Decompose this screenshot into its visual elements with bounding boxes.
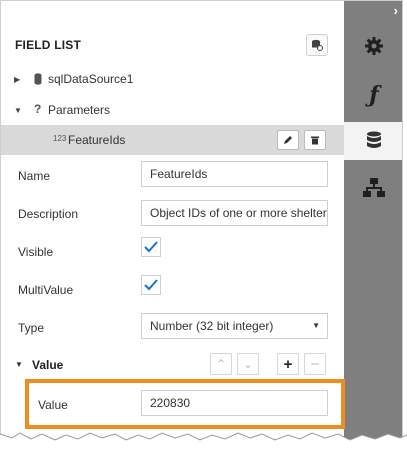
checkmark-icon	[144, 241, 158, 253]
tab-strip: › ƒ	[344, 1, 402, 439]
minus-icon: −	[310, 355, 320, 373]
type-select-value: Number (32 bit integer)	[150, 319, 274, 333]
type-label: Type	[18, 321, 45, 335]
value-highlight-box	[25, 379, 345, 429]
dropdown-arrow-icon: ▼	[312, 321, 320, 330]
multivalue-label: MultiValue	[18, 283, 74, 297]
visible-label: Visible	[18, 245, 54, 259]
value-section-title: Value	[32, 358, 64, 372]
checkmark-icon	[144, 279, 158, 291]
type-select[interactable]: Number (32 bit integer) ▼	[141, 313, 328, 339]
database-icon	[367, 131, 381, 148]
gear-icon	[365, 37, 383, 55]
parameter-icon: ?	[34, 102, 42, 116]
remove-value-button[interactable]: −	[304, 353, 326, 375]
tree-item-label: FeatureIds	[68, 133, 126, 147]
delete-parameter-button[interactable]	[304, 130, 326, 150]
tree-item-sqldatasource[interactable]: ▶ sqlDataSource1	[1, 65, 344, 93]
move-up-button[interactable]: ⌃	[210, 353, 232, 375]
panel-title: FIELD LIST	[15, 38, 81, 52]
chevron-down-icon: ⌄	[242, 357, 254, 371]
multivalue-checkbox[interactable]	[141, 275, 161, 295]
edit-parameter-button[interactable]	[277, 130, 299, 150]
field-list-window: FIELD LIST ▶ sqlDataSource1 ▼ ? Paramete…	[0, 0, 403, 440]
collapse-panel-icon[interactable]: ›	[394, 3, 398, 18]
tab-report-explorer[interactable]	[344, 169, 402, 207]
chevron-up-icon: ⌃	[215, 357, 227, 371]
name-label: Name	[18, 169, 51, 183]
tab-field-list[interactable]	[344, 122, 402, 160]
visible-checkbox[interactable]	[141, 237, 161, 257]
add-calculated-field-button[interactable]	[306, 34, 328, 56]
tree-item-label: sqlDataSource1	[48, 72, 134, 86]
tab-functions[interactable]: ƒ	[344, 76, 402, 114]
function-icon: ƒ	[369, 82, 379, 108]
collapse-arrow-icon[interactable]: ▼	[14, 106, 22, 115]
hierarchy-icon	[363, 178, 385, 197]
add-value-button[interactable]: +	[277, 353, 299, 375]
number-type-badge: 123	[53, 134, 67, 143]
field-list-panel: FIELD LIST ▶ sqlDataSource1 ▼ ? Paramete…	[1, 1, 344, 439]
tree-item-label: Parameters	[48, 103, 111, 117]
name-field[interactable]: FeatureIds	[141, 161, 328, 187]
database-settings-icon	[312, 39, 323, 51]
database-icon	[34, 73, 42, 85]
description-label: Description	[18, 207, 79, 221]
torn-edge	[0, 432, 407, 451]
trash-icon	[311, 136, 319, 145]
move-down-button[interactable]: ⌄	[237, 353, 259, 375]
description-field[interactable]: Object IDs of one or more shelters	[141, 200, 328, 226]
plus-icon: +	[283, 355, 293, 373]
tab-settings[interactable]	[344, 27, 402, 65]
tree-item-parameters[interactable]: ▼ ? Parameters	[1, 96, 344, 124]
expand-arrow-icon[interactable]: ▶	[14, 75, 20, 84]
pencil-icon	[284, 136, 292, 144]
tree-item-featureids[interactable]: 123 FeatureIds	[1, 125, 344, 155]
collapse-section-icon[interactable]: ▼	[15, 360, 23, 369]
